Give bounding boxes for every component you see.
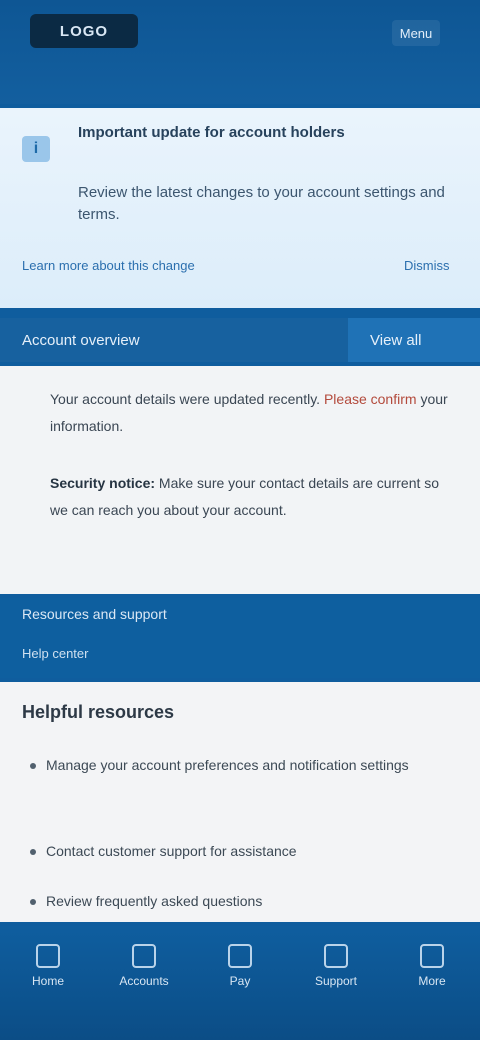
- nav-label: Support: [314, 974, 358, 988]
- security-paragraph: Security notice: Make sure your contact …: [50, 470, 450, 524]
- list-item-text: Review frequently asked questions: [46, 893, 263, 909]
- nav-label: Pay: [229, 974, 251, 988]
- transfer-icon: [228, 944, 252, 968]
- paragraph-text: Your account details were updated recent…: [50, 391, 321, 407]
- wallet-icon: [132, 944, 156, 968]
- nav-label: Accounts: [119, 974, 169, 988]
- menu-button[interactable]: Menu: [392, 20, 440, 46]
- security-label: Security notice:: [50, 475, 156, 491]
- list-item-text: Manage your account preferences and noti…: [46, 757, 409, 773]
- nav-item-support[interactable]: Support: [288, 944, 384, 988]
- home-icon: [36, 944, 60, 968]
- resources-band-title: Resources and support: [22, 606, 167, 622]
- confirm-link[interactable]: Please confirm: [324, 391, 417, 407]
- list-item[interactable]: Contact customer support for assistance: [30, 838, 450, 864]
- nav-item-accounts[interactable]: Accounts: [96, 944, 192, 988]
- help-center-link[interactable]: Help center: [22, 646, 88, 661]
- notice-dismiss-button[interactable]: Dismiss: [404, 258, 450, 273]
- section-title: Account overview: [22, 331, 140, 349]
- info-icon: i: [22, 136, 50, 162]
- list-item[interactable]: Manage your account preferences and noti…: [30, 752, 450, 778]
- account-paragraph: Your account details were updated recent…: [50, 386, 450, 440]
- nav-item-pay[interactable]: Pay: [192, 944, 288, 988]
- bullet-icon: [30, 849, 36, 856]
- resources-title: Helpful resources: [22, 702, 175, 722]
- bullet-icon: [30, 899, 36, 906]
- more-icon: [420, 944, 444, 968]
- nav-label: Home: [31, 974, 64, 988]
- bullet-icon: [30, 763, 36, 770]
- notice-title: Important update for account holders: [78, 124, 345, 141]
- view-all-link[interactable]: View all: [348, 318, 480, 362]
- notice-body: Review the latest changes to your accoun…: [78, 184, 445, 223]
- brand-logo[interactable]: LOGO: [30, 14, 138, 48]
- notice-learn-more-link[interactable]: Learn more about this change: [22, 258, 195, 273]
- nav-label: More: [418, 974, 446, 988]
- nav-item-home[interactable]: Home: [0, 944, 96, 988]
- list-item-text: Contact customer support for assistance: [46, 843, 297, 859]
- help-icon: [324, 944, 348, 968]
- nav-item-more[interactable]: More: [384, 944, 480, 988]
- view-all-label: View all: [370, 331, 422, 349]
- list-item[interactable]: Review frequently asked questions: [30, 888, 450, 914]
